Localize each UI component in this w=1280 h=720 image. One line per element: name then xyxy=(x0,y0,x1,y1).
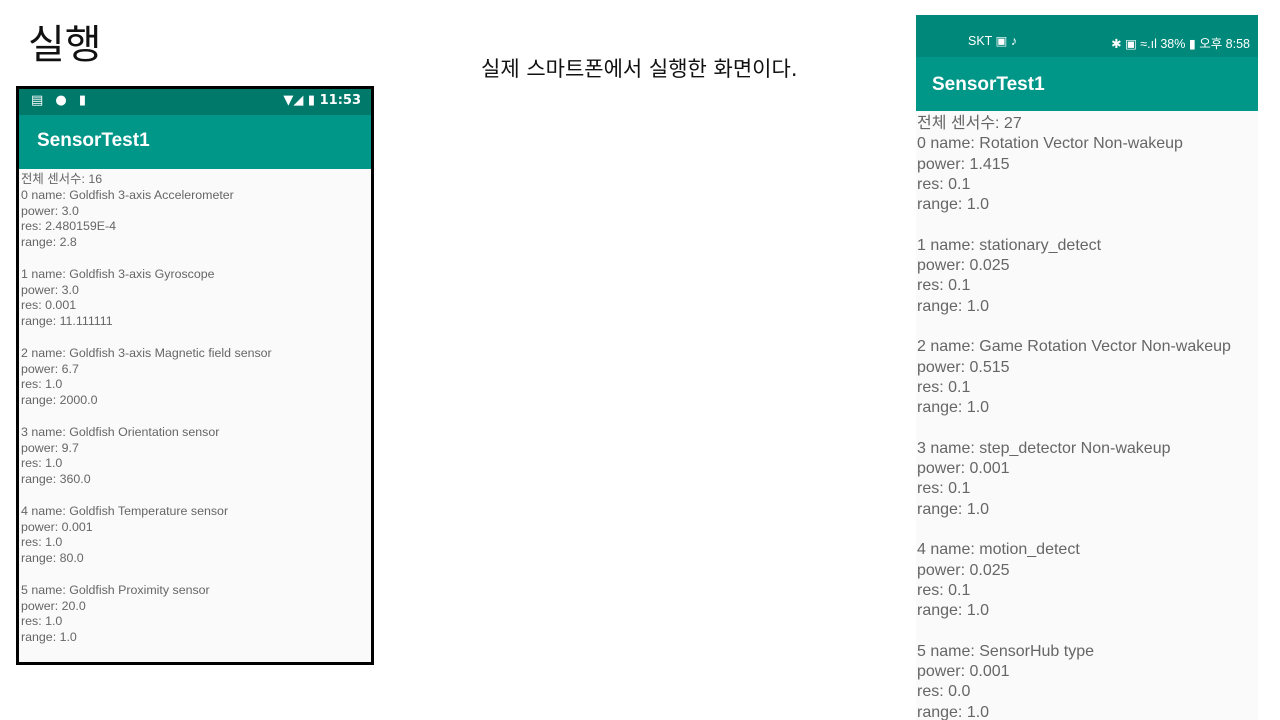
sensor-entry: 4 name: Goldfish Temperature sensor power… xyxy=(21,504,371,567)
sensor-range: range: 80.0 xyxy=(21,551,84,566)
app-bar: SensorTest1 xyxy=(916,57,1258,111)
sensor-power: power: 20.0 xyxy=(21,598,86,613)
sensor-name: 0 name: Goldfish 3-axis Accelerometer xyxy=(21,187,234,202)
sensor-name: 4 name: Goldfish Temperature sensor xyxy=(21,503,229,518)
sensor-power: power: 0.025 xyxy=(917,561,1010,579)
sensor-power: power: 0.001 xyxy=(917,663,1010,681)
sensor-range: range: 1.0 xyxy=(917,399,990,417)
sensor-res: res: 0.1 xyxy=(917,581,971,599)
sensor-entry: 5 name: Goldfish Proximity sensor power: … xyxy=(21,583,371,646)
sensor-res: res: 1.0 xyxy=(21,535,63,550)
sensor-power: power: 6.7 xyxy=(21,361,79,376)
sensor-entry: 1 name: stationary_detect power: 0.025 res… xyxy=(917,236,1258,317)
sensor-res: res: 1.0 xyxy=(21,456,63,471)
sensor-res: res: 0.0 xyxy=(917,683,971,701)
sensor-power: power: 0.001 xyxy=(21,519,93,534)
sensor-entry: 5 name: SensorHub type power: 0.001 res: 0… xyxy=(917,642,1258,720)
sensor-name: 1 name: stationary_detect xyxy=(917,236,1102,254)
app-title: SensorTest1 xyxy=(932,74,1045,95)
sensor-range: range: 11.111111 xyxy=(21,314,113,329)
status-bar: SKT ▣ ♪ ✱ ▣ ≈.ıl 38% ▮ 오후 8:58 xyxy=(916,15,1258,57)
sensor-name: 2 name: Goldfish 3-axis Magnetic field s… xyxy=(21,345,272,360)
sensor-range: range: 1.0 xyxy=(21,630,77,645)
sensor-entry: 2 name: Goldfish 3-axis Magnetic field s… xyxy=(21,346,371,409)
sensor-res: res: 0.1 xyxy=(917,277,971,295)
slide-title: 실행 xyxy=(28,22,102,68)
sensor-name: 3 name: Goldfish Orientation sensor xyxy=(21,424,220,439)
notification-icons: ▤ ● ▮ xyxy=(31,93,91,108)
app-title: SensorTest1 xyxy=(37,130,150,151)
sensor-total: 전체 센서수: 27 xyxy=(917,115,1022,132)
sensor-name: 1 name: Goldfish 3-axis Gyroscope xyxy=(21,266,215,281)
sensor-entry: 3 name: Goldfish Orientation sensor power… xyxy=(21,425,371,488)
sensor-range: range: 1.0 xyxy=(917,602,990,620)
sensor-range: range: 1.0 xyxy=(917,196,990,214)
sensor-range: range: 1.0 xyxy=(917,500,990,518)
sensor-entry: 4 name: motion_detect power: 0.025 res: 0.… xyxy=(917,540,1258,621)
sensor-name: 0 name: Rotation Vector Non-wakeup xyxy=(917,135,1183,153)
sensor-power: power: 0.515 xyxy=(917,358,1010,376)
sensor-name: 5 name: SensorHub type xyxy=(917,642,1094,660)
sensor-res: res: 1.0 xyxy=(21,614,63,629)
sensor-entry: 1 name: Goldfish 3-axis Gyroscope power: … xyxy=(21,267,371,330)
sensor-res: res: 0.1 xyxy=(917,175,971,193)
sensor-power: power: 9.7 xyxy=(21,440,79,455)
sensor-res: res: 0.1 xyxy=(917,378,971,396)
sensor-name: 5 name: Goldfish Proximity sensor xyxy=(21,582,210,597)
sensor-power: power: 0.001 xyxy=(917,460,1010,478)
sensor-total: 전체 센서수: 16 xyxy=(21,172,103,186)
sensor-entry: 0 name: Goldfish 3-axis Accelerometer pow… xyxy=(21,188,371,251)
sensor-range: range: 2000.0 xyxy=(21,393,98,408)
status-clock: ✱ ▣ ≈.ıl 38% ▮ 오후 8:58 xyxy=(1111,37,1250,51)
sensor-power: power: 3.0 xyxy=(21,282,79,297)
slide-caption: 실제 스마트폰에서 실행한 화면이다. xyxy=(481,57,798,81)
status-clock: ▼◢ ▮ 11:53 xyxy=(283,93,361,108)
sensor-res: res: 2.480159E-4 xyxy=(21,219,117,234)
sensor-entry: 0 name: Rotation Vector Non-wakeup power:… xyxy=(917,134,1258,215)
status-bar: ▤ ● ▮ ▼◢ ▮ 11:53 xyxy=(19,89,371,115)
sensor-range: range: 1.0 xyxy=(917,297,990,315)
sensor-name: 4 name: motion_detect xyxy=(917,541,1080,559)
emulator-screen: ▤ ● ▮ ▼◢ ▮ 11:53 SensorTest1 전체 센서수: 16 … xyxy=(16,86,374,665)
sensor-power: power: 3.0 xyxy=(21,203,79,218)
sensor-res: res: 0.1 xyxy=(917,480,971,498)
sensor-entry: 3 name: step_detector Non-wakeup power: 0… xyxy=(917,439,1258,520)
app-bar: SensorTest1 xyxy=(19,115,371,169)
sensor-entry: 2 name: Game Rotation Vector Non-wakeup p… xyxy=(917,337,1258,418)
sensor-power: power: 1.415 xyxy=(917,155,1010,173)
sensor-res: res: 0.001 xyxy=(21,298,77,313)
sensor-res: res: 1.0 xyxy=(21,377,63,392)
sensor-name: 3 name: step_detector Non-wakeup xyxy=(917,439,1171,457)
device-screen: SKT ▣ ♪ ✱ ▣ ≈.ıl 38% ▮ 오후 8:58 SensorTes… xyxy=(916,15,1258,720)
carrier-label: SKT ▣ ♪ xyxy=(968,34,1018,48)
sensor-list: 전체 센서수: 16 0 name: Goldfish 3-axis Accel… xyxy=(19,169,371,646)
sensor-range: range: 2.8 xyxy=(21,235,77,250)
sensor-power: power: 0.025 xyxy=(917,257,1010,275)
sensor-list: 전체 센서수: 27 0 name: Rotation Vector Non-w… xyxy=(916,111,1258,720)
sensor-range: range: 360.0 xyxy=(21,472,91,487)
sensor-name: 2 name: Game Rotation Vector Non-wakeup xyxy=(917,338,1231,356)
sensor-range: range: 1.0 xyxy=(917,703,990,720)
